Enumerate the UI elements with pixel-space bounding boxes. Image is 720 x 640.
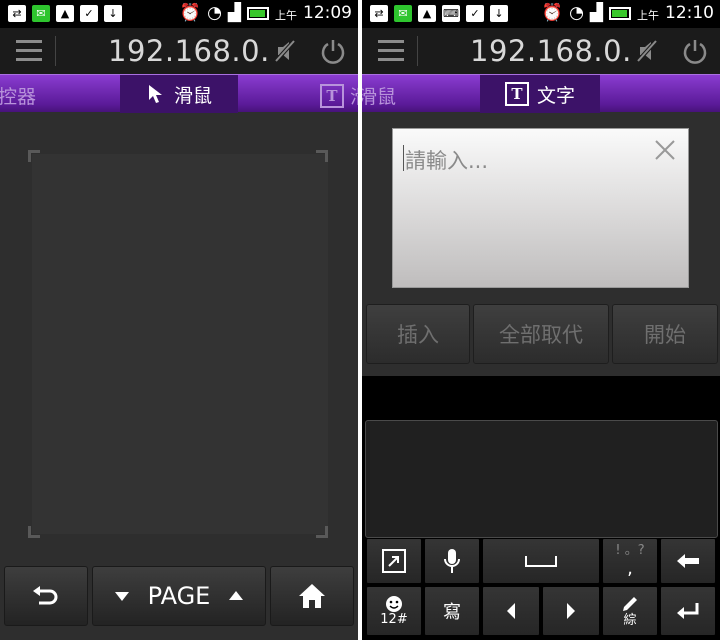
mic-key[interactable]	[424, 538, 480, 584]
alarm-icon: ⏰	[541, 3, 564, 23]
keyboard-handwriting-pad[interactable]	[365, 420, 718, 538]
emoji-symbol-key[interactable]: 12#	[366, 586, 422, 636]
gallery-icon: ▲	[56, 5, 74, 22]
status-ampm: 上午	[637, 8, 659, 22]
download-icon: ↓	[490, 5, 508, 22]
enter-key[interactable]	[660, 586, 716, 636]
insert-button[interactable]: 插入	[366, 304, 470, 364]
wifi-icon: ◔	[207, 3, 222, 23]
mute-icon[interactable]	[270, 36, 300, 66]
keyboard-icon: ⌨	[442, 5, 460, 22]
touchpad-corner	[28, 150, 40, 162]
wifi-icon: ◔	[569, 3, 584, 23]
signal-icon: ▟	[589, 3, 603, 23]
usb-icon: ⇄	[370, 5, 388, 22]
punctuation-main: ,	[627, 557, 633, 579]
app-toolbar: 192.168.0.	[362, 28, 720, 74]
mode-tabs: 控器 滑鼠 T 滑鼠	[0, 74, 358, 113]
touchpad-corner	[316, 526, 328, 538]
microphone-icon	[444, 549, 460, 573]
handwrite-mode-key[interactable]: 綜	[602, 586, 658, 636]
tab-mouse-label: 滑鼠	[173, 84, 212, 107]
tab-controller[interactable]: 控器	[0, 82, 36, 109]
text-screen: ⇄ ✉ ▲ ⌨ ✓ ↓ ⏰ ◔ ▟ 上午 12:10 192.168.0. 滑鼠…	[362, 0, 720, 640]
left-arrow-key[interactable]	[482, 586, 540, 636]
mode-tabs: 滑鼠 T 文字	[362, 74, 720, 113]
cursor-icon	[148, 85, 162, 103]
page-up-icon[interactable]	[228, 590, 244, 602]
device-ip: 192.168.0.	[108, 34, 270, 68]
download-icon: ↓	[104, 5, 122, 22]
backspace-key[interactable]	[660, 538, 716, 584]
tab-text[interactable]: T 滑鼠	[320, 82, 358, 109]
tab-mouse[interactable]: 滑鼠	[120, 75, 238, 113]
smiley-icon	[386, 596, 402, 612]
backspace-icon	[677, 554, 699, 568]
text-input[interactable]: 請輸入...	[392, 128, 689, 288]
enter-icon	[677, 603, 699, 619]
right-arrow-icon	[567, 603, 575, 619]
battery-icon	[609, 6, 631, 20]
tab-text[interactable]: T 文字	[480, 75, 600, 113]
page-label: PAGE	[147, 582, 211, 610]
left-arrow-icon	[507, 603, 515, 619]
tab-text-label: 滑鼠	[350, 82, 358, 109]
touchpad-corner	[28, 526, 40, 538]
touchpad[interactable]	[32, 154, 328, 534]
battery-icon	[247, 6, 269, 20]
power-icon[interactable]	[318, 36, 348, 66]
mute-icon[interactable]	[632, 36, 662, 66]
task-done-icon: ✓	[80, 5, 98, 22]
line-app-icon: ✉	[394, 5, 412, 22]
menu-icon[interactable]	[378, 40, 404, 62]
separator-band	[362, 376, 720, 414]
alarm-icon: ⏰	[179, 3, 202, 23]
tab-mouse[interactable]: 滑鼠	[362, 82, 396, 109]
text-input-placeholder: 請輸入...	[405, 149, 489, 173]
task-done-icon: ✓	[466, 5, 484, 22]
menu-icon[interactable]	[16, 40, 42, 62]
space-key[interactable]	[482, 538, 600, 584]
page-down-icon[interactable]	[114, 590, 130, 602]
status-time: 12:09	[303, 3, 352, 23]
home-icon	[299, 584, 325, 608]
space-icon	[525, 556, 557, 567]
touchpad-corner	[316, 150, 328, 162]
page-button[interactable]: PAGE	[92, 566, 266, 626]
toolbar-divider	[417, 36, 418, 66]
text-icon: T	[320, 83, 344, 108]
punctuation-alt: ! 。?	[615, 542, 645, 558]
status-bar: ⇄ ✉ ▲ ✓ ↓ ⏰ ◔ ▟ 上午 12:09	[0, 0, 358, 28]
punctuation-key[interactable]: ! 。? ,	[602, 538, 658, 584]
status-ampm: 上午	[275, 8, 297, 22]
back-button[interactable]	[4, 566, 88, 626]
signal-icon: ▟	[227, 3, 241, 23]
toolbar-divider	[55, 36, 56, 66]
app-toolbar: 192.168.0.	[0, 28, 358, 74]
status-bar: ⇄ ✉ ▲ ⌨ ✓ ↓ ⏰ ◔ ▟ 上午 12:10	[362, 0, 720, 28]
mouse-screen: ⇄ ✉ ▲ ✓ ↓ ⏰ ◔ ▟ 上午 12:09 192.168.0. 控器 滑…	[0, 0, 358, 640]
device-ip: 192.168.0.	[470, 34, 632, 68]
start-button[interactable]: 開始	[612, 304, 718, 364]
text-icon: T	[504, 82, 529, 106]
back-icon	[33, 586, 58, 605]
pencil-icon	[623, 597, 637, 611]
text-caret	[403, 145, 404, 171]
handwrite-key-label: 綜	[623, 613, 637, 628]
tab-text-label: 文字	[536, 84, 575, 107]
status-time: 12:10	[665, 3, 714, 23]
clear-icon[interactable]	[652, 137, 678, 163]
gallery-icon: ▲	[418, 5, 436, 22]
usb-icon: ⇄	[8, 5, 26, 22]
line-app-icon: ✉	[32, 5, 50, 22]
write-key[interactable]: 寫	[424, 586, 480, 636]
home-button[interactable]	[270, 566, 354, 626]
right-arrow-key[interactable]	[542, 586, 600, 636]
power-icon[interactable]	[680, 36, 710, 66]
symbol-key-label: 12#	[380, 612, 408, 627]
expand-icon	[382, 549, 406, 573]
keyboard: ! 。? , 12# 寫 綜	[362, 414, 720, 640]
expand-key[interactable]	[366, 538, 422, 584]
replace-all-button[interactable]: 全部取代	[473, 304, 609, 364]
